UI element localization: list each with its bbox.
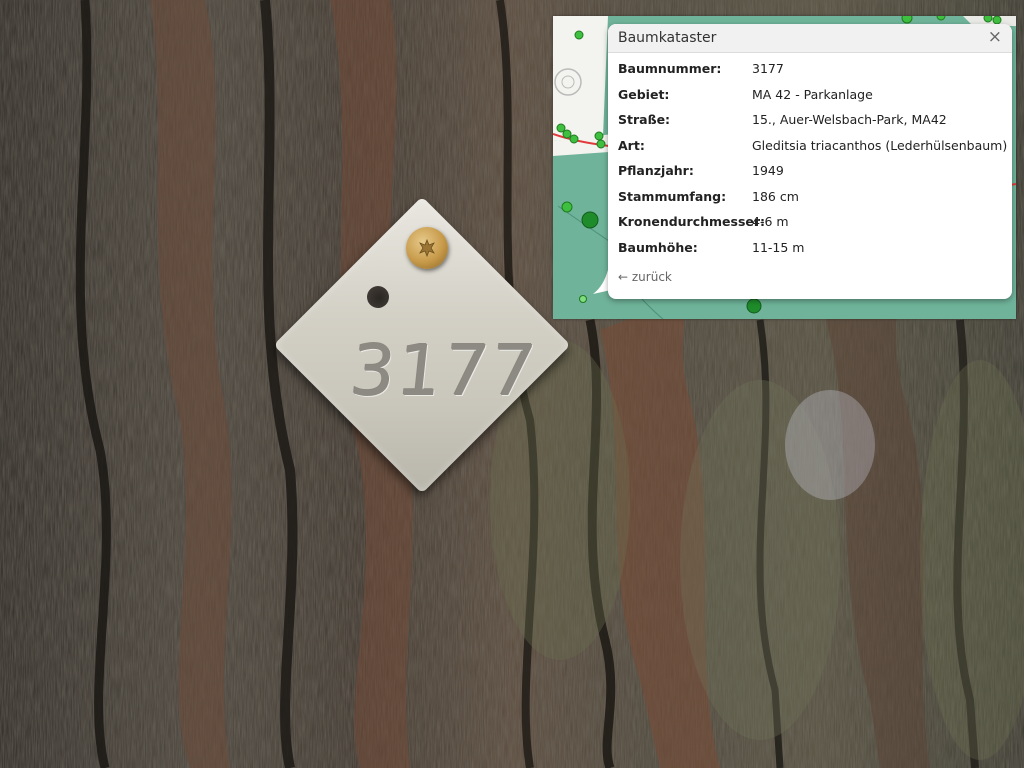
info-value: 4-6 m bbox=[752, 214, 789, 229]
info-row-pflanzjahr: Pflanzjahr: 1949 bbox=[618, 163, 1010, 185]
info-row-stammumfang: Stammumfang: 186 cm bbox=[618, 189, 1010, 211]
info-value: 186 cm bbox=[752, 188, 799, 204]
close-icon[interactable]: × bbox=[988, 27, 1002, 47]
info-row-art: Art: Gleditsia triacanthos (Lederhülsenb… bbox=[618, 138, 1010, 160]
tag-hole bbox=[367, 286, 389, 308]
tree-info-popup: Baumkataster × Baumnummer: 3177 Gebiet: … bbox=[608, 24, 1012, 299]
info-row-strasse: Straße: 15., Auer-Welsbach-Park, MA42 bbox=[618, 112, 1010, 134]
info-value: 1949 bbox=[752, 163, 784, 178]
info-row-baumhoehe: Baumhöhe: 11-15 m bbox=[618, 240, 1010, 262]
screw bbox=[406, 227, 448, 269]
popup-header: Baumkataster × bbox=[608, 24, 1012, 53]
info-value: MA 42 - Parkanlage bbox=[752, 86, 873, 102]
info-label: Baumhöhe: bbox=[618, 239, 698, 255]
info-label: Baumnummer: bbox=[618, 61, 722, 76]
tag-number: 3177 bbox=[346, 330, 542, 412]
info-label: Straße: bbox=[618, 112, 671, 127]
info-label: Kronendurchmesser: bbox=[618, 214, 766, 229]
popup-title: Baumkataster bbox=[618, 30, 717, 46]
info-row-baumnummer: Baumnummer: 3177 bbox=[618, 61, 1010, 83]
info-label: Art: bbox=[618, 137, 645, 153]
info-row-kronendurchmesser: Kronendurchmesser: 4-6 m bbox=[618, 214, 1010, 236]
info-value: 3177 bbox=[752, 61, 784, 76]
info-label: Stammumfang: bbox=[618, 188, 727, 204]
info-value: 11-15 m bbox=[752, 239, 805, 255]
back-link[interactable]: ← zurück bbox=[618, 270, 672, 284]
torx-screw-icon bbox=[419, 239, 435, 257]
info-value: Gleditsia triacanthos (Lederhülsenbaum) bbox=[752, 137, 1008, 153]
info-value: 15., Auer-Welsbach-Park, MA42 bbox=[752, 112, 947, 127]
info-label: Pflanzjahr: bbox=[618, 163, 694, 178]
info-label: Gebiet: bbox=[618, 86, 670, 102]
info-row-gebiet: Gebiet: MA 42 - Parkanlage bbox=[618, 87, 1010, 109]
photo-scene: 3177 Baumkataster × Baumnummer: 3177 Geb… bbox=[0, 0, 1024, 768]
